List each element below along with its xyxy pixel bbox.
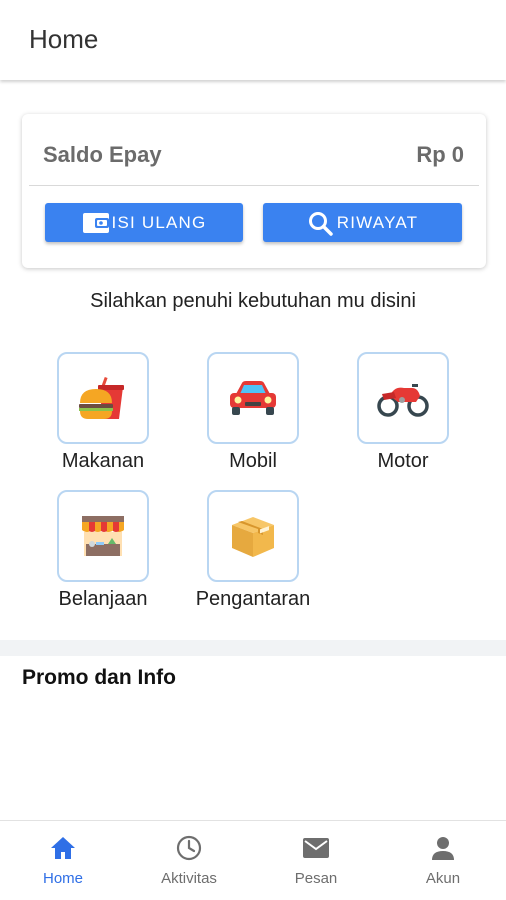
history-label: RIWAYAT bbox=[336, 212, 419, 232]
service-belanjaan[interactable]: Belanjaan bbox=[33, 490, 173, 611]
food-icon bbox=[79, 376, 124, 419]
nav-home[interactable]: Home bbox=[0, 835, 126, 887]
balance-amount: Rp 0 bbox=[416, 142, 464, 167]
service-tile[interactable] bbox=[57, 490, 149, 582]
nav-akun[interactable]: Akun bbox=[380, 835, 506, 887]
balance-card: Saldo Epay Rp 0 ISI ULANG RIWAYAT bbox=[22, 114, 486, 268]
package-icon bbox=[232, 517, 274, 557]
divider bbox=[29, 185, 479, 186]
shop-icon bbox=[82, 516, 124, 556]
service-mobil[interactable]: Mobil bbox=[183, 352, 323, 473]
person-icon bbox=[432, 837, 454, 860]
service-label: Motor bbox=[377, 450, 429, 472]
service-label: Makanan bbox=[61, 450, 145, 472]
nav-label: Akun bbox=[425, 870, 461, 887]
service-label: Belanjaan bbox=[58, 588, 148, 610]
history-button[interactable]: RIWAYAT bbox=[263, 203, 462, 242]
home-icon bbox=[51, 837, 75, 859]
bottom-navigation: Home Aktivitas Pesan Akun bbox=[0, 820, 506, 900]
topup-label: ISI ULANG bbox=[111, 212, 207, 232]
service-tile[interactable] bbox=[57, 352, 149, 444]
services-subtitle: Silahkan penuhi kebutuhan mu disini bbox=[90, 290, 416, 312]
service-pengantaran[interactable]: Pengantaran bbox=[183, 490, 323, 611]
wallet-icon bbox=[82, 212, 109, 233]
service-label: Mobil bbox=[229, 450, 277, 472]
service-tile[interactable] bbox=[357, 352, 449, 444]
clock-icon bbox=[176, 835, 202, 861]
nav-pesan[interactable]: Pesan bbox=[253, 835, 379, 887]
nav-aktivitas[interactable]: Aktivitas bbox=[126, 835, 252, 887]
service-makanan[interactable]: Makanan bbox=[33, 352, 173, 473]
topup-button[interactable]: ISI ULANG bbox=[45, 203, 243, 242]
balance-label: Saldo Epay bbox=[43, 142, 162, 167]
service-motor[interactable]: Motor bbox=[333, 352, 473, 473]
nav-label: Aktivitas bbox=[161, 870, 217, 887]
nav-label: Home bbox=[42, 870, 83, 887]
search-icon bbox=[308, 211, 333, 236]
motorcycle-icon bbox=[377, 384, 429, 417]
mail-icon bbox=[303, 838, 329, 858]
car-icon bbox=[230, 381, 276, 415]
promo-heading: Promo dan Info bbox=[22, 666, 176, 689]
service-tile[interactable] bbox=[207, 490, 299, 582]
app-bar: Home bbox=[0, 0, 506, 80]
nav-label: Pesan bbox=[294, 870, 338, 887]
service-tile[interactable] bbox=[207, 352, 299, 444]
service-label: Pengantaran bbox=[195, 588, 311, 610]
page-title: Home bbox=[29, 24, 99, 54]
section-divider bbox=[0, 640, 506, 656]
